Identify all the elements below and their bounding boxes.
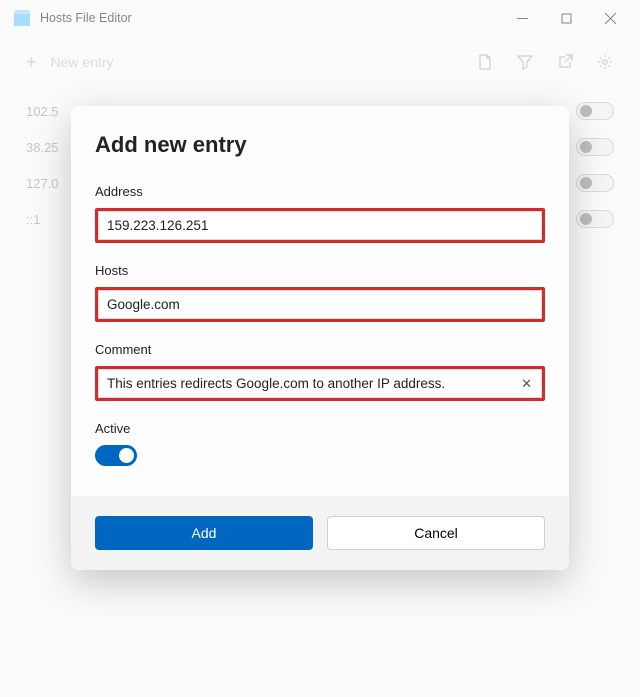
active-toggle[interactable] bbox=[95, 445, 137, 466]
comment-input[interactable] bbox=[98, 369, 542, 398]
modal-overlay: Add new entry Address Hosts Comment bbox=[0, 0, 640, 697]
add-button[interactable]: Add bbox=[95, 516, 313, 550]
hosts-label: Hosts bbox=[95, 263, 545, 278]
dialog-body: Add new entry Address Hosts Comment bbox=[71, 106, 569, 496]
address-field: Address bbox=[95, 184, 545, 243]
cancel-button[interactable]: Cancel bbox=[327, 516, 545, 550]
address-label: Address bbox=[95, 184, 545, 199]
comment-label: Comment bbox=[95, 342, 545, 357]
active-label: Active bbox=[95, 421, 545, 436]
hosts-input[interactable] bbox=[98, 290, 542, 319]
add-entry-dialog: Add new entry Address Hosts Comment bbox=[71, 106, 569, 570]
clear-icon[interactable]: ✕ bbox=[521, 376, 532, 392]
address-input[interactable] bbox=[98, 211, 542, 240]
app-window: Hosts File Editor + New entry bbox=[0, 0, 640, 697]
dialog-footer: Add Cancel bbox=[71, 496, 569, 570]
dialog-title: Add new entry bbox=[95, 132, 545, 158]
hosts-field: Hosts bbox=[95, 263, 545, 322]
active-field: Active bbox=[95, 421, 545, 466]
comment-field: Comment ✕ bbox=[95, 342, 545, 401]
